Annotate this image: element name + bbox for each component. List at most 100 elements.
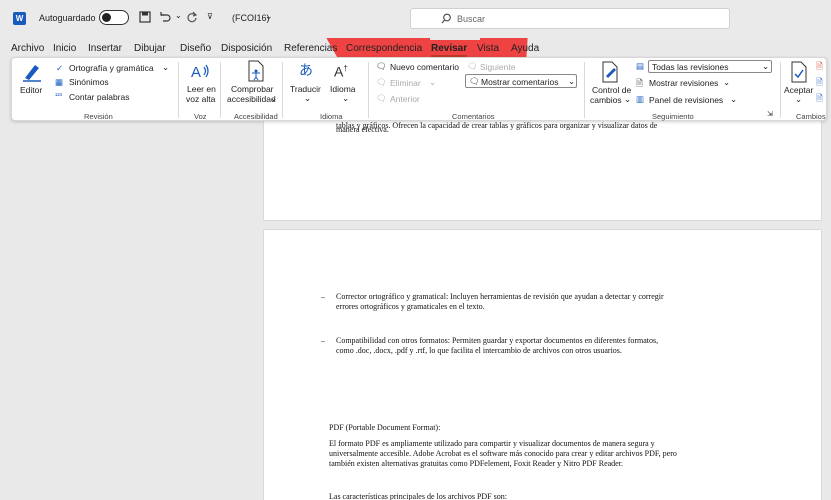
title-bar: W Autoguardado ⌄ ⊽ (FCOI16) ⌄ Buscar <box>0 0 831 38</box>
track-changes-label-line2: cambios <box>590 95 622 105</box>
read-aloud-icon: A <box>191 64 209 81</box>
tab-referencias[interactable]: Referencias <box>284 43 337 54</box>
track-changes-dropdown-icon[interactable]: ⌄ <box>624 94 631 104</box>
tab-diseno[interactable]: Diseño <box>180 43 211 54</box>
track-changes-icon <box>602 61 618 83</box>
delete-comment-dropdown-icon[interactable]: ⌄ <box>429 77 436 87</box>
delete-comment-icon: 🗨 <box>376 77 387 87</box>
search-box[interactable]: Buscar <box>410 8 730 29</box>
translate-icon: あ <box>299 62 313 78</box>
document-name[interactable]: (FCOI16) <box>232 13 270 23</box>
reject-icon[interactable]: 🗎 <box>816 61 823 71</box>
separator <box>178 62 179 118</box>
new-comment-button[interactable]: Nuevo comentario <box>390 62 459 72</box>
show-comments-button[interactable]: 🗨 Mostrar comentarios ⌄ <box>465 74 577 88</box>
autosave-label: Autoguardado <box>39 13 96 23</box>
customize-toolbar-icon[interactable]: ⊽ <box>207 12 213 21</box>
language-icon: A† <box>334 63 348 80</box>
synonyms-icon: ▦ <box>55 77 64 87</box>
pdf-line2: universalmente accesible. Adobe Acrobat … <box>329 449 677 458</box>
show-comments-icon: 🗨 <box>469 76 480 86</box>
previous-change-icon[interactable]: 🗎 <box>816 77 823 87</box>
bullet2-line2: como .doc, .docx, .pdf y .rtf, lo que fa… <box>336 346 622 355</box>
tab-vista[interactable]: Vista <box>477 43 499 54</box>
spelling-dropdown-icon[interactable]: ⌄ <box>162 62 169 72</box>
bullet-dash: – <box>321 336 325 345</box>
accessibility-dropdown-icon[interactable]: ⌄ <box>270 93 277 103</box>
group-tracking-label: Seguimiento <box>652 112 694 121</box>
document-canvas[interactable]: tablas y gráficos. Ofrecen la capacidad … <box>0 121 831 500</box>
group-revision-label: Revisión <box>84 112 113 121</box>
editor-pen-icon <box>23 65 41 82</box>
word-count-button[interactable]: Contar palabras <box>69 92 129 102</box>
ribbon-review: Editor ✓ Ortografía y gramática ⌄ ▦ Sinó… <box>11 57 827 121</box>
markup-display-select[interactable]: Todas las revisiones ⌄ <box>648 60 772 73</box>
editor-label: Editor <box>20 85 43 95</box>
separator <box>780 62 781 118</box>
delete-comment-button[interactable]: Eliminar <box>390 78 421 88</box>
show-markup-button[interactable]: Mostrar revisiones <box>649 78 718 88</box>
tab-inicio[interactable]: Inicio <box>53 43 76 54</box>
undo-dropdown-icon[interactable]: ⌄ <box>175 11 182 20</box>
reviewing-pane-icon: ▥ <box>636 94 645 104</box>
accessibility-icon <box>248 60 264 82</box>
tab-disposicion[interactable]: Disposición <box>221 43 272 54</box>
tab-ayuda[interactable]: Ayuda <box>511 43 539 54</box>
previous-comment-button[interactable]: Anterior <box>390 94 420 104</box>
spelling-button[interactable]: Ortografía y gramática <box>69 63 154 73</box>
previous-comment-icon: 🗨 <box>376 93 387 103</box>
check-accessibility-label-line2: accesibilidad <box>227 94 276 104</box>
svg-text:A: A <box>191 64 201 81</box>
new-comment-icon: 🗨 <box>376 61 387 71</box>
word-logo-icon: W <box>13 12 26 25</box>
next-change-icon[interactable]: 🗎 <box>816 93 823 103</box>
group-accessibility-label: Accesibilidad <box>234 112 278 121</box>
next-comment-button[interactable]: Siguiente <box>480 62 515 72</box>
autosave-toggle[interactable] <box>99 10 129 25</box>
next-comment-icon: 🗨 <box>467 61 478 71</box>
accept-dropdown-icon[interactable]: ⌄ <box>795 94 802 104</box>
synonyms-button[interactable]: Sinónimos <box>69 77 109 87</box>
group-comments-label: Comentarios <box>452 112 495 121</box>
read-aloud-button[interactable]: Leer en <box>187 84 216 94</box>
tab-insertar[interactable]: Insertar <box>88 43 122 54</box>
undo-icon[interactable] <box>158 11 172 23</box>
show-comments-dropdown-icon: ⌄ <box>568 76 576 86</box>
word-count-icon: ¹²³ <box>55 93 62 100</box>
pdf-heading: PDF (Portable Document Format): <box>329 423 441 432</box>
page1-last-line: manera efectiva. <box>336 125 389 134</box>
reviewing-pane-dropdown-icon[interactable]: ⌄ <box>730 94 737 104</box>
show-markup-icon: 🗎 <box>636 78 643 88</box>
redo-icon[interactable] <box>186 11 198 23</box>
bullet-dash: – <box>321 292 325 301</box>
page-1[interactable]: tablas y gráficos. Ofrecen la capacidad … <box>264 121 821 220</box>
bullet1-line2: errores ortográficos y gramaticales en e… <box>336 302 485 311</box>
tab-revisar[interactable]: Revisar <box>431 43 468 57</box>
pdf-line3: también existen alternativas gratuitas c… <box>329 459 623 468</box>
accept-icon <box>791 61 807 83</box>
tab-dibujar[interactable]: Dibujar <box>134 43 166 54</box>
check-accessibility-button[interactable]: Comprobar <box>231 84 274 94</box>
read-aloud-label-line2: voz alta <box>186 94 216 104</box>
group-changes-label: Cambios <box>796 112 826 121</box>
separator <box>584 62 585 118</box>
page-2[interactable]: – Corrector ortográfico y gramatical: In… <box>264 230 821 500</box>
tab-correspondencia[interactable]: Correspondencia <box>346 43 422 54</box>
bullet2-line1: Compatibilidad con otros formatos: Permi… <box>336 336 659 345</box>
separator <box>220 62 221 118</box>
show-markup-dropdown-icon[interactable]: ⌄ <box>723 77 730 87</box>
show-comments-label: Mostrar comentarios <box>481 77 559 87</box>
bullet1-line1: Corrector ortográfico y gramatical: Incl… <box>336 292 664 301</box>
save-icon[interactable] <box>139 11 151 23</box>
tracking-options-launcher-icon[interactable]: ⇲ <box>767 110 773 120</box>
translate-dropdown-icon[interactable]: ⌄ <box>304 93 311 103</box>
pdf-features-heading: Las características principales de los a… <box>329 492 507 500</box>
editor-button[interactable]: Editor <box>18 62 48 102</box>
language-dropdown-icon[interactable]: ⌄ <box>342 93 349 103</box>
reviewing-pane-button[interactable]: Panel de revisiones <box>649 95 723 105</box>
document-name-chevron-icon[interactable]: ⌄ <box>265 11 273 22</box>
tab-archivo[interactable]: Archivo <box>11 43 44 54</box>
markup-display-value: Todas las revisiones <box>652 62 729 72</box>
markup-display-chevron-icon: ⌄ <box>762 61 770 71</box>
separator <box>282 62 283 118</box>
